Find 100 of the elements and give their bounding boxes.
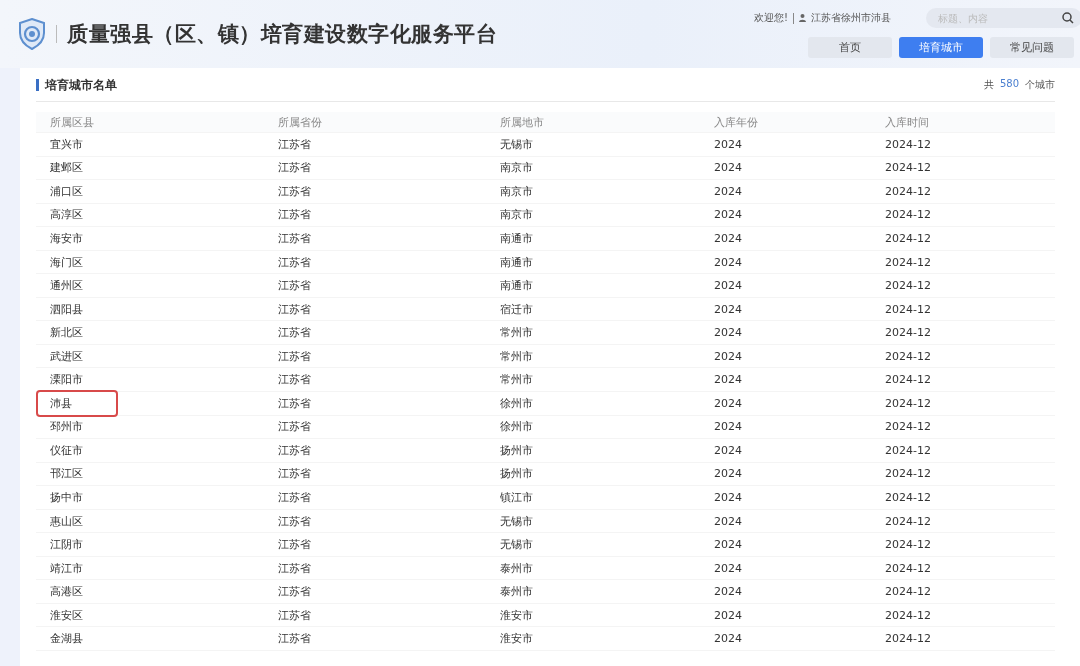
table-cell: 常州市 [500, 325, 533, 341]
table-cell: 2024 [714, 326, 742, 340]
table-cell: 扬中市 [50, 489, 83, 505]
table-cell: 2024-12 [885, 490, 931, 504]
table-cell: 2024 [714, 208, 742, 222]
table-cell: 2024 [714, 397, 742, 410]
table-cell: 江苏省 [278, 183, 311, 199]
table-cell: 2024-12 [885, 137, 931, 151]
table-cell: 2024 [714, 349, 742, 363]
table-cell: 江苏省 [278, 230, 311, 246]
user-location: 江苏省徐州市沛县 [811, 11, 891, 25]
table-cell: 2024-12 [885, 514, 931, 528]
table-cell: 江苏省 [278, 560, 311, 576]
table-cell: 2024 [714, 561, 742, 575]
table-cell: 邗江区 [50, 466, 83, 482]
table-cell: 江苏省 [278, 301, 311, 317]
nav-tab[interactable]: 常见问题 [990, 37, 1074, 58]
table-cell: 惠山区 [50, 513, 83, 529]
table-cell: 南通市 [500, 278, 533, 294]
table-cell: 2024 [714, 137, 742, 151]
highlighted-cell: 沛县 [38, 392, 116, 415]
column-header: 所属区县 [50, 114, 95, 130]
table-cell: 2024 [714, 231, 742, 245]
table-cell: 江苏省 [278, 489, 311, 505]
table-cell: 2024 [714, 443, 742, 457]
table-cell: 2024-12 [885, 161, 931, 175]
welcome-text: 欢迎您! [754, 11, 788, 25]
table-cell: 溧阳市 [50, 372, 83, 388]
table-cell: 2024-12 [885, 538, 931, 552]
table-cell: 2024-12 [885, 255, 931, 269]
table-cell: 2024 [714, 467, 742, 481]
table-cell: 徐州市 [500, 419, 533, 435]
column-header: 所属地市 [500, 114, 545, 130]
table-cell: 江苏省 [278, 136, 311, 152]
table-cell: 2024 [714, 608, 742, 622]
table-cell: 淮安市 [500, 631, 533, 647]
nav-tab[interactable]: 首页 [808, 37, 892, 58]
table-cell: 江阴市 [50, 537, 83, 553]
table-cell: 浦口区 [50, 183, 83, 199]
table-cell: 江苏省 [278, 607, 311, 623]
panel-title: 培育城市名单 [36, 78, 117, 91]
site-title: 质量强县（区、镇）培育建设数字化服务平台 [67, 20, 497, 48]
table-cell: 高港区 [50, 584, 83, 600]
table-cell: 江苏省 [278, 207, 311, 223]
table-cell: 江苏省 [278, 396, 311, 411]
table-cell: 2024-12 [885, 467, 931, 481]
column-header: 所属省份 [278, 114, 323, 130]
table-cell: 江苏省 [278, 466, 311, 482]
table-cell: 2024 [714, 514, 742, 528]
table-cell: 2024-12 [885, 585, 931, 599]
table-cell: 2024-12 [885, 373, 931, 387]
table-cell: 2024 [714, 279, 742, 293]
table-cell: 宜兴市 [50, 136, 83, 152]
table-cell: 武进区 [50, 348, 83, 364]
table-cell: 徐州市 [500, 396, 533, 411]
table-cell: 无锡市 [500, 513, 533, 529]
city-count: 580 [999, 77, 1019, 91]
table-cell: 江苏省 [278, 278, 311, 294]
table-cell: 2024 [714, 538, 742, 552]
table-cell: 2024 [714, 632, 742, 646]
table-cell: 南京市 [500, 207, 533, 223]
table-cell: 金湖县 [50, 631, 83, 647]
shield-logo-icon [18, 17, 46, 50]
table-cell: 2024 [714, 490, 742, 504]
table-cell: 江苏省 [278, 442, 311, 458]
table-cell: 南通市 [500, 254, 533, 270]
table-cell: 2024-12 [885, 326, 931, 340]
table-cell: 2024-12 [885, 302, 931, 316]
table-cell: 2024-12 [885, 420, 931, 434]
table-cell: 2024-12 [885, 443, 931, 457]
table-cell: 江苏省 [278, 325, 311, 341]
table-cell: 江苏省 [278, 419, 311, 435]
table-cell: 2024-12 [885, 397, 931, 410]
table-cell: 海安市 [50, 230, 83, 246]
count-suffix: 个城市 [1025, 77, 1055, 92]
table-cell: 建邺区 [50, 160, 83, 176]
table-cell: 仪征市 [50, 442, 83, 458]
table-cell: 泰州市 [500, 584, 533, 600]
table-cell: 高淳区 [50, 207, 83, 223]
table-cell: 江苏省 [278, 348, 311, 364]
count-prefix: 共 [983, 77, 994, 92]
table-cell: 泗阳县 [50, 301, 83, 317]
table-cell: 江苏省 [278, 513, 311, 529]
column-header: 入库时间 [885, 114, 930, 130]
table-cell: 江苏省 [278, 584, 311, 600]
table-cell: 南京市 [500, 183, 533, 199]
table-cell: 无锡市 [500, 136, 533, 152]
table-cell: 2024 [714, 184, 742, 198]
table-cell: 江苏省 [278, 631, 311, 647]
table-cell: 南通市 [500, 230, 533, 246]
table-cell: 海门区 [50, 254, 83, 270]
table-cell: 扬州市 [500, 442, 533, 458]
table-cell: 无锡市 [500, 537, 533, 553]
table-cell: 2024-12 [885, 608, 931, 622]
table-cell: 2024-12 [885, 208, 931, 222]
table-cell: 2024 [714, 420, 742, 434]
table-cell: 江苏省 [278, 537, 311, 553]
table-cell: 2024 [714, 302, 742, 316]
table-cell: 常州市 [500, 372, 533, 388]
nav-tab[interactable]: 培育城市 [899, 37, 983, 58]
